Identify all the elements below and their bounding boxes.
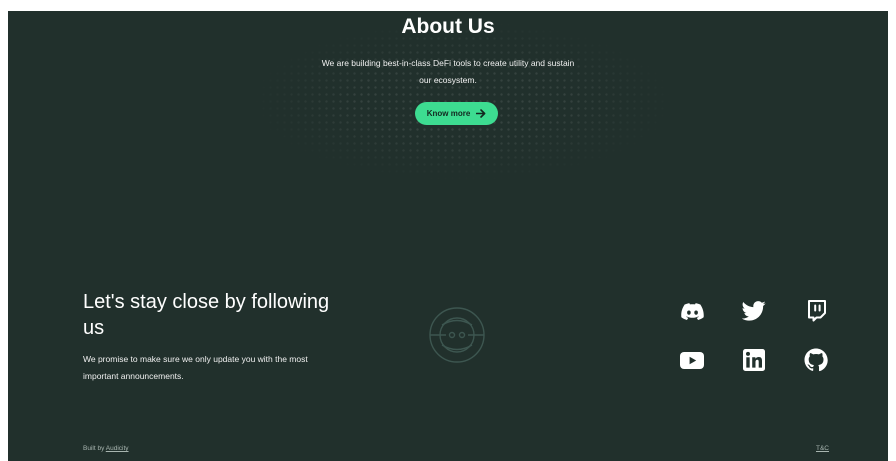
know-more-label: Know more [426,109,471,118]
about-description: We are building best-in-class DeFi tools… [321,58,575,85]
twitch-link[interactable] [803,298,829,324]
built-by-credit: Built by Audicity [83,445,129,452]
built-by-text: Built by [83,445,105,452]
youtube-link[interactable] [679,347,705,373]
know-more-button[interactable]: Know more [415,102,498,125]
about-title: About Us [401,15,495,38]
linkedin-link[interactable] [741,347,767,373]
terms-link[interactable]: T&C [816,445,829,452]
youtube-icon [680,351,704,369]
twitter-link[interactable] [741,298,767,324]
arrow-right-icon [476,109,486,118]
audicity-link[interactable]: Audicity [106,445,129,452]
twitch-icon [808,300,826,322]
discord-icon [680,302,704,320]
follow-description: We promise to make sure we only update y… [83,354,308,381]
discord-link[interactable] [679,298,705,324]
dot-pattern-background [253,21,673,181]
github-icon [804,348,828,372]
follow-title: Let's stay close by following us [83,291,330,339]
twitter-icon [742,301,766,321]
github-link[interactable] [803,347,829,373]
linkedin-icon [743,349,765,371]
brand-logo-icon [429,307,485,363]
